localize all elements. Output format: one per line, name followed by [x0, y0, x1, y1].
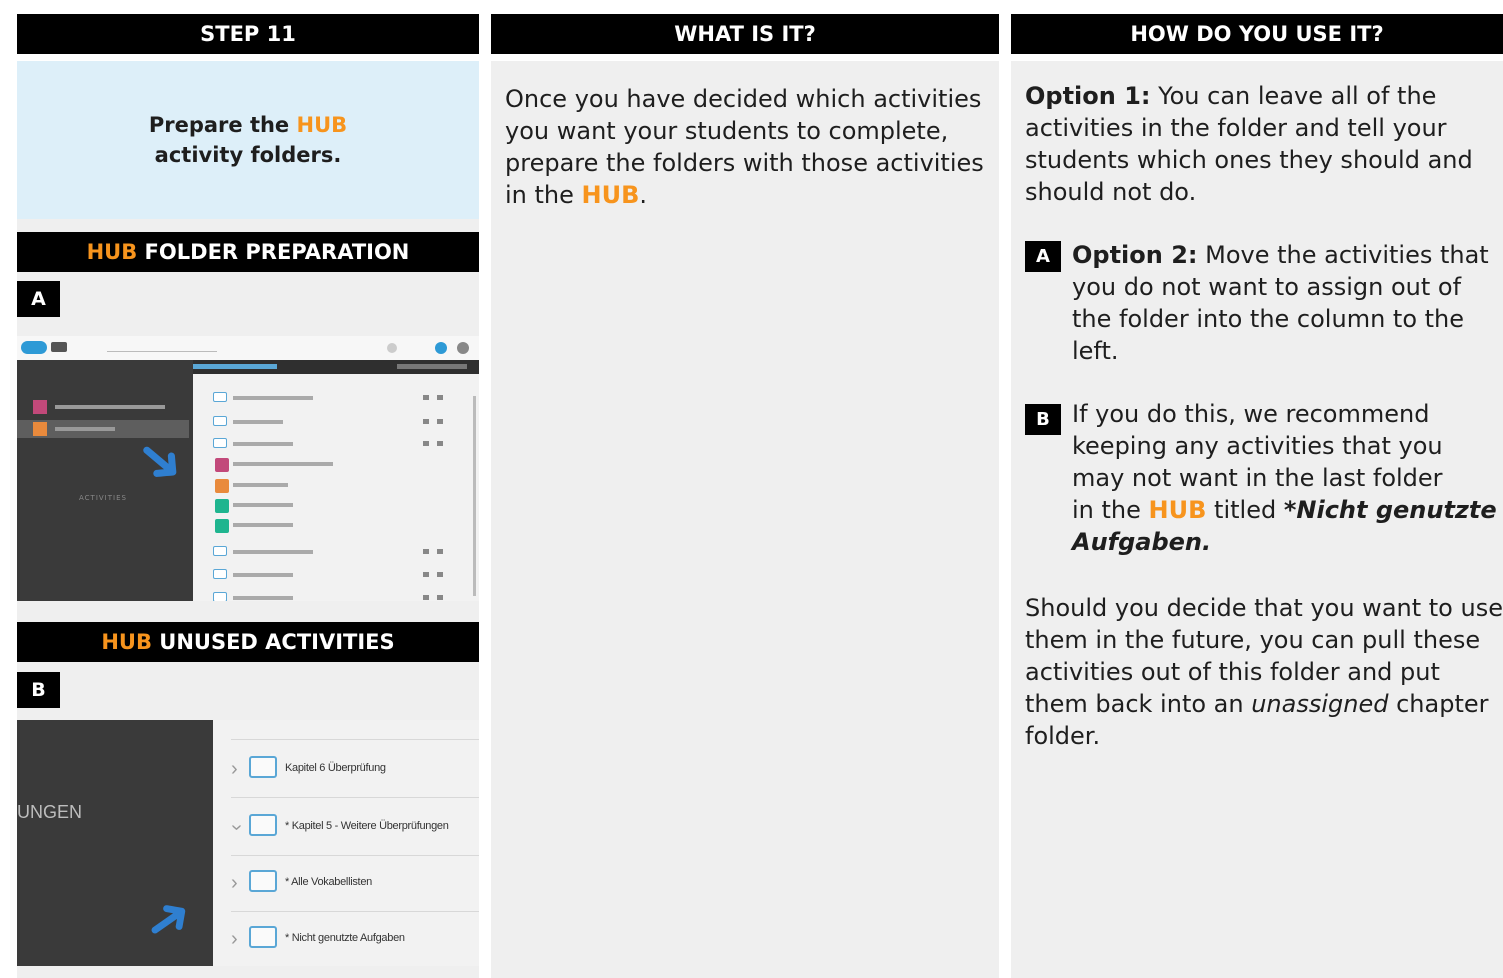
folder-preparation-header: HUB FOLDER PREPARATION [17, 232, 479, 272]
unassigned-term: unassigned [1251, 690, 1389, 718]
future-line: Should you decide that you want to use [1025, 594, 1503, 622]
mock-activity-row [213, 499, 453, 513]
unused-activities-label: UNUSED ACTIVITIES [151, 630, 395, 654]
mock-user-icon [435, 342, 447, 354]
option2-line: you do not want to assign out of [1072, 273, 1462, 301]
folder-preparation-label: FOLDER PREPARATION [137, 240, 410, 264]
future-line: folder. [1025, 722, 1101, 750]
image-tag-b: B [17, 672, 60, 708]
folder-preparation-hub: HUB [86, 240, 138, 264]
recommend-line: If you do this, we recommend [1072, 400, 1430, 428]
recommend-line: keeping any activities that you [1072, 432, 1443, 460]
folder-icon [249, 814, 277, 836]
unused-folder-name: *Nicht genutzte [1283, 496, 1497, 524]
option1-line: activities in the folder and tell your [1025, 114, 1447, 142]
mock-grid-icon [387, 343, 397, 353]
how-header: HOW DO YOU USE IT? [1011, 14, 1503, 54]
recommend-line: may not want in the last folder [1072, 464, 1443, 492]
mock-sidebar-row [17, 398, 193, 416]
mock-activity-row [213, 479, 453, 493]
option2-label: Option 2: [1072, 241, 1198, 269]
mock-folder-label: Kapitel 6 Überprüfung [285, 762, 386, 774]
mock-activities-label: ACTIVITIES [79, 494, 127, 502]
mock-sidebar-text: UNGEN [17, 802, 83, 822]
hub-label: HUB [1148, 496, 1207, 524]
mock-activity-row [213, 458, 453, 472]
option1-label: Option 1: [1025, 82, 1151, 110]
image-tag-a: A [17, 281, 60, 317]
folder-icon [249, 926, 277, 948]
what-text: Once you have decided which activities y… [505, 83, 999, 211]
mock-folder-row: › * Kapitel 5 - Weitere Überprüfungen [226, 800, 479, 856]
mock-logo [21, 341, 47, 354]
option1-line: should not do. [1025, 178, 1197, 206]
chevron-right-icon: › [231, 758, 238, 780]
option2-line: the folder into the column to the [1072, 305, 1465, 333]
step-title-box: Prepare the HUB activity folders. [17, 61, 479, 219]
mock-folder-row [213, 416, 453, 430]
chevron-right-icon: › [231, 872, 238, 894]
folder-icon [249, 870, 277, 892]
unused-activities-hub: HUB [101, 630, 152, 654]
step-title-pre: Prepare the [148, 113, 297, 137]
mock-folder-label: * Alle Vokabellisten [285, 876, 372, 888]
mock-folder-row [231, 720, 479, 740]
what-line: Once you have decided which activities [505, 85, 982, 113]
mock-folder-label: * Kapitel 5 - Weitere Überprüfungen [285, 820, 449, 832]
option1-line: students which ones they should and [1025, 146, 1473, 174]
mock-activity-row [213, 519, 453, 533]
what-line: prepare the folders with those activitie… [505, 149, 984, 177]
option-tag-b: B [1025, 404, 1061, 435]
step-title-line1: Prepare the HUB [149, 110, 347, 140]
mock-folder-row [213, 546, 453, 560]
mock-folder-label: * Nicht genutzte Aufgaben [285, 932, 405, 944]
mock-folder-row: › Kapitel 6 Überprüfung [231, 742, 479, 798]
screenshot-unused-activities: UNGEN › Kapitel 6 Überprüfung › * Kapitel … [17, 720, 479, 966]
step-header: STEP 11 [17, 14, 479, 54]
unused-activities-header: HUB UNUSED ACTIVITIES [17, 622, 479, 662]
mock-folder-row: › * Alle Vokabellisten [231, 856, 479, 912]
mock-nav-right [397, 364, 467, 369]
mock-logo-secondary [51, 342, 67, 352]
recommend-line: in the HUB titled *Nicht genutzte [1072, 496, 1497, 524]
what-header: WHAT IS IT? [491, 14, 999, 54]
step-title-line2: activity folders. [154, 143, 342, 167]
mock-scrollbar [473, 396, 476, 596]
mock-folder-row: › * Nicht genutzte Aufgaben [231, 912, 479, 966]
future-line: them in the future, you can pull these [1025, 626, 1481, 654]
option-tag-a: A [1025, 241, 1061, 272]
option2-line: left. [1072, 337, 1119, 365]
mock-folder-row [213, 592, 453, 601]
screenshot-folder-preparation: ACTIVITIES ➜ [17, 336, 479, 601]
mock-folder-row [213, 569, 453, 583]
option2-line: Option 2: Move the activities that [1072, 241, 1489, 269]
what-line: in the HUB. [505, 181, 648, 209]
mock-avatar-icon [457, 342, 469, 354]
future-line: activities out of this folder and put [1025, 658, 1440, 686]
chevron-right-icon: › [231, 928, 238, 950]
hub-label: HUB [581, 181, 640, 209]
chevron-down-icon: › [225, 824, 248, 831]
folder-icon [249, 756, 277, 778]
mock-folder-row [213, 392, 453, 406]
future-line: them back into an unassigned chapter [1025, 690, 1489, 718]
recommend-line: Aufgaben. [1072, 528, 1212, 556]
mock-topbar [17, 336, 479, 360]
mock-search-field [107, 344, 217, 352]
option1-line: Option 1: You can leave all of the [1025, 82, 1437, 110]
mock-folder-row [213, 438, 453, 452]
step-title-hub: HUB [296, 113, 348, 137]
what-line: you want your students to complete, [505, 117, 949, 145]
